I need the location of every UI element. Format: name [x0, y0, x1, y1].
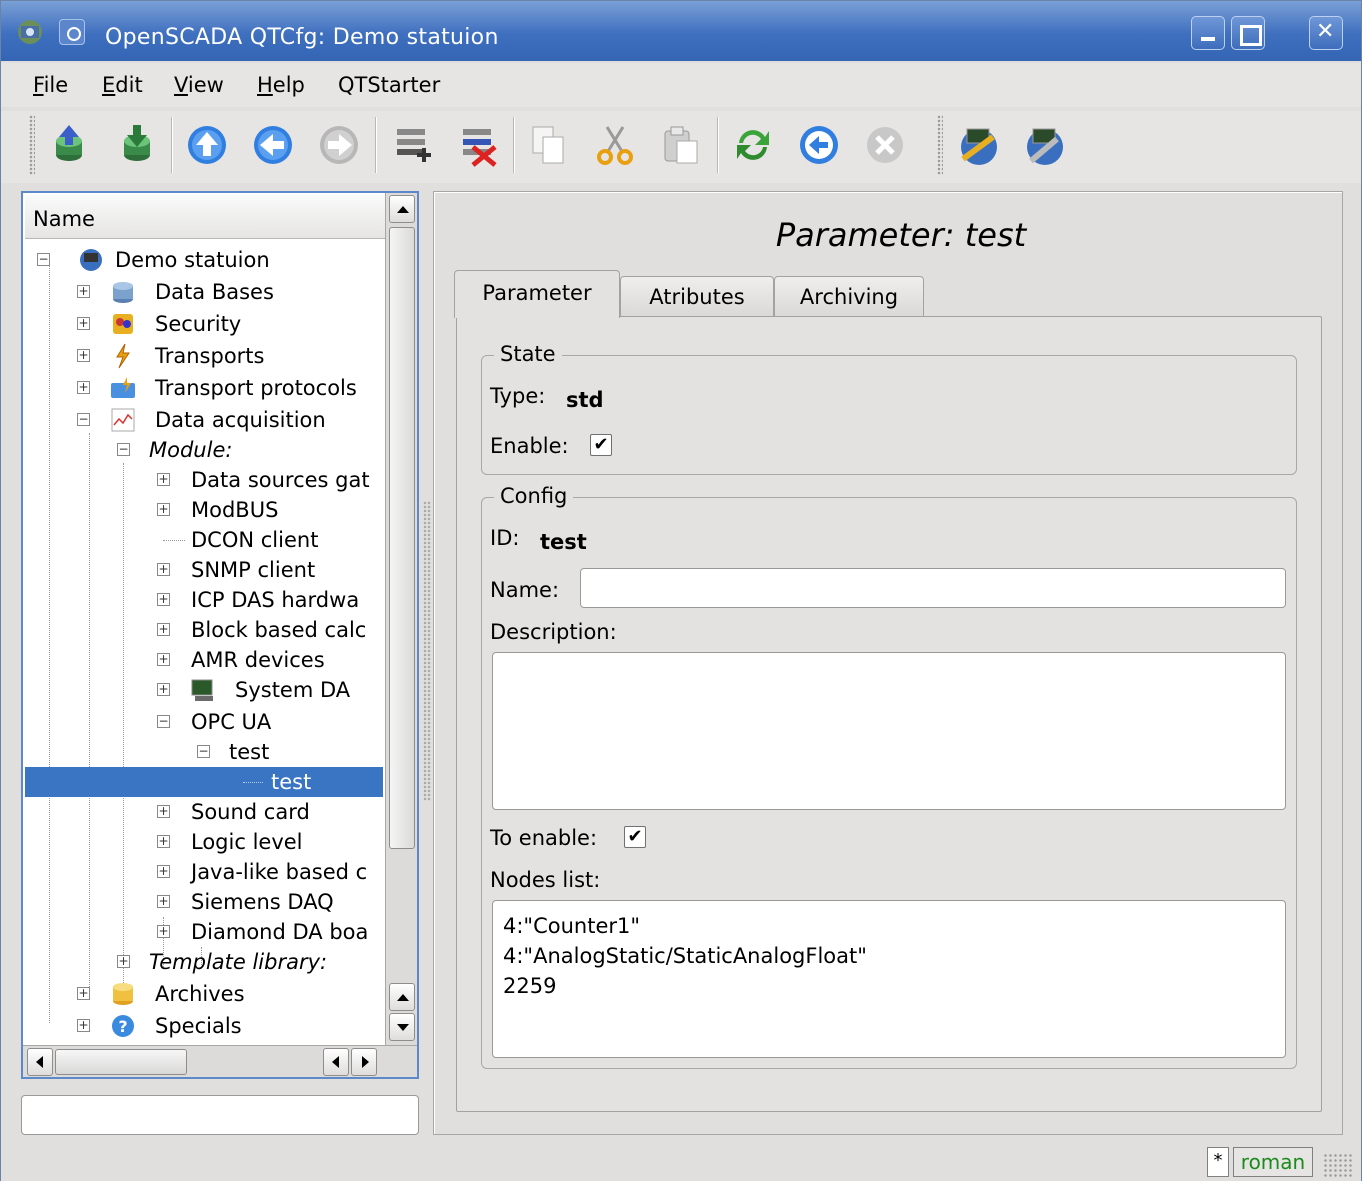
refresh-icon[interactable] [731, 123, 775, 167]
scroll-left-button[interactable] [27, 1048, 53, 1076]
database-icon [113, 282, 133, 303]
back-icon[interactable] [251, 123, 295, 167]
horizontal-scroll-thumb[interactable] [55, 1049, 187, 1075]
status-bar: * roman [1, 1141, 1361, 1181]
page-title: Parameter: test [775, 216, 1027, 254]
svg-text:?: ? [118, 1017, 127, 1036]
nodes-list-text: 4:"Counter1" 4:"AnalogStatic/StaticAnalo… [503, 914, 867, 998]
security-icon [113, 314, 133, 334]
toolbar-separator [513, 117, 515, 173]
scroll-left-button[interactable] [323, 1048, 349, 1076]
copy-icon[interactable] [527, 123, 571, 167]
main-window: OpenSCADA QTCfg: Demo statuion File Edit… [0, 0, 1362, 1181]
tree-guide [89, 433, 90, 993]
tree-node-test-parameter[interactable]: test [25, 767, 383, 797]
menu-file[interactable]: File [33, 73, 68, 97]
navigation-tree: − Demo statuion + Data Bases + Security … [23, 241, 385, 1045]
config-group: Config ID: test Name: Description: To en… [481, 484, 1297, 1069]
enable-checkbox[interactable]: ✔ [590, 434, 612, 456]
nodes-list-label: Nodes list: [490, 868, 601, 892]
tab-page-parameter: State Type: std Enable: ✔ Config ID: tes… [456, 316, 1322, 1112]
forward-icon[interactable] [317, 123, 361, 167]
toolbar-separator [717, 117, 719, 173]
start-icon[interactable] [797, 123, 841, 167]
toolbar [1, 111, 1361, 183]
type-label: Type: [490, 384, 546, 408]
chart-icon [111, 408, 135, 432]
description-field[interactable] [492, 652, 1286, 810]
id-value: test [540, 530, 587, 554]
to-enable-checkbox[interactable]: ✔ [624, 826, 646, 848]
stop-icon[interactable] [863, 123, 907, 167]
tab-atributes[interactable]: Atributes [620, 276, 774, 316]
name-label: Name: [490, 578, 560, 602]
add-item-icon[interactable] [391, 123, 435, 167]
config-group-title: Config [494, 484, 574, 508]
help-icon: ? [112, 1015, 134, 1037]
computer-icon [191, 679, 213, 701]
tab-parameter[interactable]: Parameter [454, 270, 620, 318]
station-icon [80, 249, 102, 271]
app-icon [18, 20, 42, 44]
nodes-list-field[interactable]: 4:"Counter1" 4:"AnalogStatic/StaticAnalo… [492, 900, 1286, 1058]
toolbar-separator [375, 117, 377, 173]
panel-splitter[interactable] [423, 501, 431, 801]
minimize-button[interactable] [1191, 16, 1225, 50]
resize-grip[interactable] [1323, 1153, 1353, 1179]
tab-archiving[interactable]: Archiving [774, 276, 924, 316]
toolbar-grip[interactable] [937, 115, 943, 175]
scroll-up-button[interactable] [389, 195, 415, 223]
content-panel: Parameter: test Parameter Atributes Arch… [433, 191, 1343, 1135]
close-button[interactable] [1309, 16, 1343, 50]
menu-edit[interactable]: Edit [102, 73, 143, 97]
tree-guide [123, 463, 124, 993]
tree-column-header[interactable]: Name [25, 195, 385, 239]
menu-qtstarter[interactable]: QTStarter [338, 73, 440, 97]
tree-horizontal-scrollbar[interactable] [23, 1045, 417, 1077]
state-group: State Type: std Enable: ✔ [481, 342, 1297, 475]
modified-indicator[interactable]: * [1207, 1147, 1229, 1177]
title-bar[interactable]: OpenSCADA QTCfg: Demo statuion [1, 1, 1361, 61]
paste-icon[interactable] [659, 123, 703, 167]
maximize-button[interactable] [1231, 16, 1265, 50]
menu-help[interactable]: Help [257, 73, 305, 97]
tree-panel: Name − Demo statuion + Data Bases + Secu… [21, 191, 419, 1079]
name-field[interactable] [580, 568, 1286, 608]
station-config-icon[interactable] [1023, 123, 1067, 167]
scroll-down-button[interactable] [389, 1013, 415, 1041]
menu-view[interactable]: View [174, 73, 224, 97]
window-menu-button[interactable] [59, 19, 85, 45]
transport-icon [116, 343, 130, 369]
cut-icon[interactable] [593, 123, 637, 167]
enable-label: Enable: [490, 434, 569, 458]
save-db-icon[interactable] [115, 123, 159, 167]
scroll-up-button[interactable] [389, 983, 415, 1011]
id-label: ID: [490, 526, 520, 550]
window-title: OpenSCADA QTCfg: Demo statuion [105, 25, 499, 50]
tree-header-label: Name [33, 207, 95, 231]
remote-station-icon[interactable] [957, 123, 1001, 167]
tree-vertical-scrollbar[interactable] [385, 193, 417, 1045]
delete-item-icon[interactable] [457, 123, 501, 167]
menu-bar: File Edit View Help QTStarter [1, 63, 1361, 107]
state-group-title: State [494, 342, 562, 366]
protocol-icon [111, 377, 135, 398]
to-enable-label: To enable: [490, 826, 598, 850]
description-label: Description: [490, 620, 617, 644]
tree-status-field[interactable] [21, 1095, 419, 1135]
toolbar-grip[interactable] [29, 115, 35, 175]
scroll-thumb[interactable] [389, 227, 415, 849]
toolbar-separator [171, 117, 173, 173]
user-indicator[interactable]: roman [1233, 1147, 1313, 1177]
tree-guide [49, 263, 50, 1023]
load-db-icon[interactable] [47, 123, 91, 167]
up-icon[interactable] [185, 123, 229, 167]
type-value: std [566, 388, 604, 412]
scroll-right-button[interactable] [351, 1048, 377, 1076]
archive-icon [113, 983, 133, 1005]
